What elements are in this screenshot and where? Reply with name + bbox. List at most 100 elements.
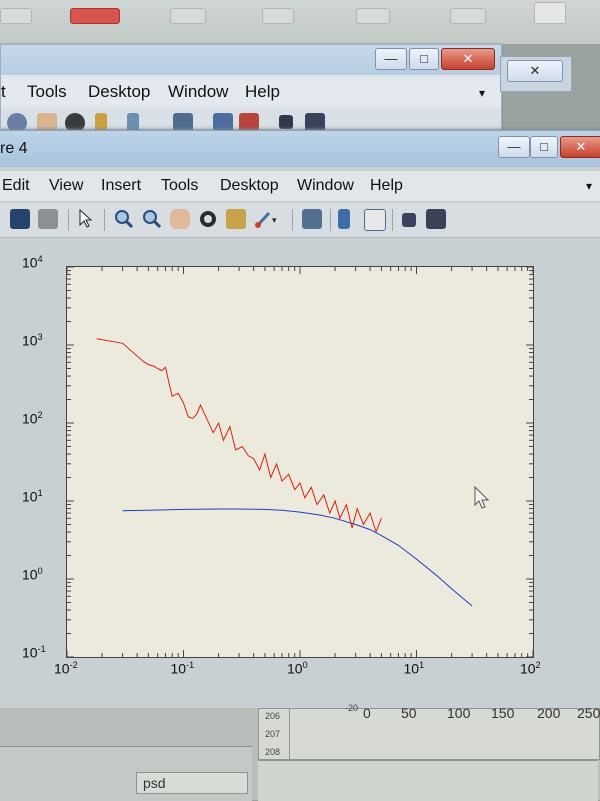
brush-icon[interactable]: ▾ — [254, 209, 277, 229]
colorbar-icon[interactable] — [338, 209, 350, 229]
menu-item-edit[interactable]: Edit — [2, 177, 30, 195]
x-tick-label: 10-2 — [54, 660, 78, 677]
pointer-icon[interactable] — [78, 208, 93, 229]
menu-item-tools[interactable]: Tools — [161, 177, 198, 195]
background-titlebar: — □ ✕ — [1, 45, 501, 75]
svg-text:▾: ▾ — [272, 215, 277, 225]
link-plot-icon[interactable] — [302, 209, 322, 229]
close-button[interactable]: ✕ — [560, 136, 600, 158]
minimize-button[interactable]: — — [375, 48, 407, 70]
zoom-in-icon[interactable] — [114, 209, 134, 229]
close-button[interactable]: ✕ — [441, 48, 495, 70]
background-window-2: ✕ — [500, 56, 572, 92]
tick-exponent: 4 — [37, 254, 43, 264]
menu-item-help[interactable]: Help — [245, 82, 280, 102]
tick-base: 10 — [22, 332, 38, 349]
y-tick-label: 102 — [22, 410, 43, 427]
tick-base: 10 — [287, 660, 303, 677]
tick-exponent: 2 — [535, 660, 541, 670]
save-icon[interactable] — [10, 209, 30, 229]
tab-label: psd — [143, 775, 166, 791]
menu-arrow-icon[interactable]: ▾ — [586, 179, 592, 193]
background-tab[interactable] — [356, 8, 390, 24]
tick-base: 10 — [170, 660, 187, 677]
tick-exponent: -1 — [186, 660, 195, 670]
tick-base: 10 — [22, 644, 38, 661]
maximize-button[interactable]: □ — [530, 136, 558, 158]
background-menubar: t Tools Desktop Window Help ▾ — [1, 79, 501, 105]
pan-hand-icon[interactable] — [170, 209, 190, 229]
tick-exponent: 1 — [37, 488, 43, 498]
minimize-button[interactable]: — — [498, 136, 530, 158]
background-figure-window: — □ ✕ t Tools Desktop Window Help ▾ — [0, 44, 502, 142]
tick-exponent: 2 — [37, 410, 43, 420]
figure-titlebar: re 4 — □ ✕ — [0, 131, 600, 167]
menu-item-tools[interactable]: Tools — [27, 82, 67, 102]
rotate-3d-icon[interactable] — [198, 209, 218, 229]
maximize-button[interactable]: □ — [409, 48, 439, 70]
axis-tick: 0 — [363, 705, 371, 721]
background-tab[interactable] — [534, 2, 566, 24]
zoom-out-icon[interactable] — [142, 209, 162, 229]
toolbar-separator — [330, 209, 331, 231]
y-tick-label: 10-1 — [22, 644, 46, 661]
variable-editor-pane: 206 207 208 -20 0 50 100 150 200 250 — [258, 703, 600, 760]
axis-tick: 250 — [577, 705, 600, 721]
y-tick-label: 101 — [22, 488, 43, 505]
menu-item-insert[interactable]: Insert — [101, 177, 141, 195]
close-button[interactable]: ✕ — [507, 60, 563, 82]
tick-exponent: -2 — [69, 660, 78, 670]
tick-exponent: 1 — [419, 660, 425, 670]
axis-tick: 200 — [537, 705, 561, 721]
tick-base: 10 — [22, 254, 38, 271]
axis-tick: 50 — [401, 705, 417, 721]
plot-axes[interactable] — [66, 266, 534, 658]
tab-psd[interactable]: psd — [136, 772, 248, 794]
y-tick-label: 103 — [22, 332, 43, 349]
hide-plot-tools-icon[interactable] — [402, 213, 416, 227]
menu-arrow-icon[interactable]: ▾ — [479, 86, 485, 100]
menu-item-view[interactable]: View — [49, 177, 83, 195]
window-title: re 4 — [0, 140, 28, 157]
row-label: 208 — [265, 747, 281, 757]
legend-icon[interactable] — [364, 209, 386, 231]
background-tab[interactable] — [262, 8, 294, 24]
data-cursor-icon[interactable] — [226, 209, 246, 229]
figure-toolbar: ▾ — [0, 203, 600, 238]
menu-item-edit-partial[interactable]: t — [1, 82, 6, 102]
tick-base: 10 — [22, 488, 38, 505]
column-divider — [289, 709, 290, 759]
y-tick-label: 100 — [22, 566, 43, 583]
menu-item-desktop[interactable]: Desktop — [88, 82, 150, 102]
figure-menubar: Edit View Insert Tools Desktop Window He… — [0, 171, 600, 201]
tick-exponent: -1 — [37, 644, 46, 654]
x-tick-label: 10-1 — [171, 660, 195, 677]
background-taskbar-strip — [0, 0, 600, 44]
hide-plot-tools-icon[interactable] — [279, 115, 293, 129]
tick-exponent: 0 — [37, 566, 43, 576]
menu-item-window[interactable]: Window — [168, 82, 228, 102]
axis-tick: 100 — [447, 705, 471, 721]
background-tab[interactable] — [70, 8, 120, 24]
toolbar-separator — [104, 209, 105, 231]
x-tick-label: 102 — [520, 660, 541, 677]
tick-exponent: 0 — [302, 660, 308, 670]
menu-item-desktop[interactable]: Desktop — [220, 177, 279, 195]
menu-item-help[interactable]: Help — [370, 177, 403, 195]
axis-tick-partial: -20 — [345, 703, 359, 713]
series-line-red[interactable] — [96, 338, 382, 534]
toolbar-separator — [68, 209, 69, 231]
background-tab[interactable] — [170, 8, 206, 24]
menu-item-window[interactable]: Window — [297, 177, 354, 195]
show-plot-tools-icon[interactable] — [426, 209, 446, 229]
print-icon[interactable] — [38, 209, 58, 229]
background-tab[interactable] — [0, 8, 32, 24]
tick-base: 10 — [403, 660, 420, 677]
x-tick-label: 101 — [404, 660, 425, 677]
tick-base: 10 — [22, 566, 38, 583]
lower-right-pane — [258, 760, 598, 801]
axis-tick: 150 — [491, 705, 515, 721]
background-tab[interactable] — [450, 8, 486, 24]
series-line-blue[interactable] — [122, 508, 473, 607]
tick-exponent: 3 — [37, 332, 43, 342]
